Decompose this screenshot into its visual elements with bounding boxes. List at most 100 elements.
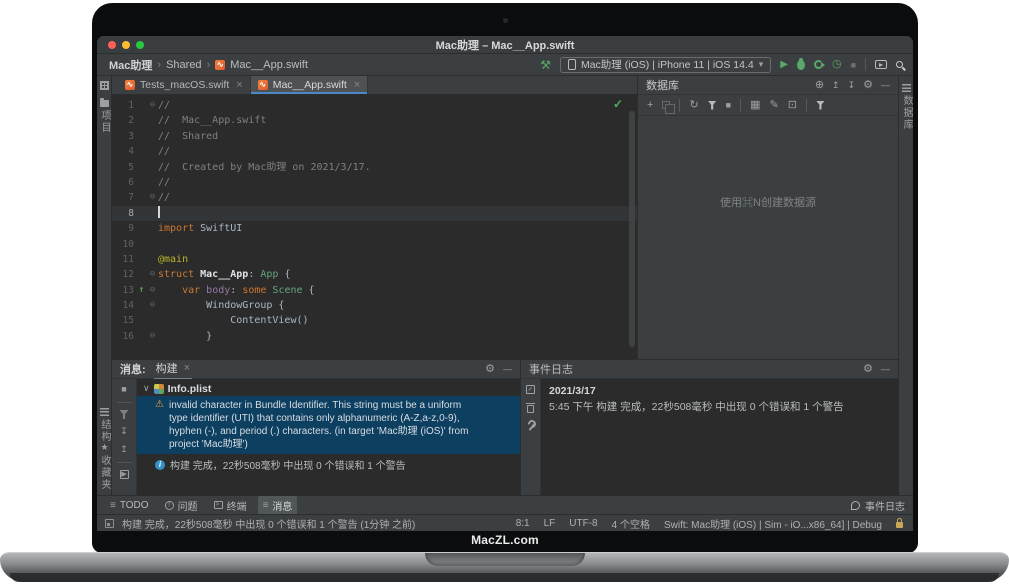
profile-button[interactable]: ◷ [832,59,842,70]
fold-marker-icon[interactable]: ⊖ [147,298,158,313]
run-button[interactable]: ▶ [780,60,788,70]
code-line[interactable]: 2// Mac__App.swift [112,113,637,128]
build-hammer-icon[interactable]: ⚒ [540,59,551,71]
expand-all-icon[interactable]: ↧ [848,80,856,91]
run-configuration-select[interactable]: Mac助理 (iOS) | iPhone 11 | iOS 14.4 ▾ [560,57,771,73]
event-log-content[interactable]: 2021/3/17 5:45 下午 构建 完成，22秒508毫秒 中出现 0 个… [541,379,898,495]
fold-marker-icon[interactable] [147,144,158,159]
refresh-icon[interactable]: ↻ [689,100,698,111]
toolwindow-toggle-icon[interactable] [105,519,114,528]
hide-panel-icon[interactable]: — [503,364,512,375]
close-window-button[interactable] [108,41,116,49]
device-window-icon[interactable] [875,60,887,69]
trash-icon[interactable] [527,405,534,413]
code-line[interactable]: 11@main [112,252,637,267]
wrench-settings-icon[interactable] [526,421,536,432]
code-editor[interactable]: 1⊖//2// Mac__App.swift3// Shared4//5// C… [112,95,637,359]
code-line[interactable]: 15 ContentView() [112,313,637,328]
build-finished-row[interactable]: i 构建 完成，22秒508毫秒 中出现 0 个错误和 1 个警告 [137,454,520,472]
debug-button[interactable] [797,60,805,70]
editor-tabs-grid-icon[interactable] [100,81,109,90]
tree-node-info-plist[interactable]: ∨ Info.plist [137,381,520,396]
fold-marker-icon[interactable] [147,206,158,221]
run-marker-icon[interactable]: ↑ [136,283,147,298]
code-line[interactable]: 10 [112,237,637,252]
stop-button[interactable]: ■ [851,60,856,70]
filter-icon[interactable] [816,101,825,110]
close-icon[interactable]: × [354,79,360,91]
code-line[interactable]: 7⊖// [112,190,637,205]
close-icon[interactable]: × [184,362,190,374]
toolwindow-problems[interactable]: ! 问题 [160,496,203,515]
fold-marker-icon[interactable] [147,160,158,175]
hide-panel-icon[interactable]: — [881,80,890,91]
tab-tests-macos-swift[interactable]: ∿ Tests_macOS.swift × [118,76,251,94]
fold-marker-icon[interactable]: ⊖ [147,190,158,205]
editor-scrollbar[interactable] [629,111,635,347]
fold-marker-icon[interactable] [147,129,158,144]
edit-icon[interactable]: ✎ [770,100,779,111]
fold-marker-icon[interactable] [147,113,158,128]
sidebar-item-project[interactable]: 项目 [97,98,112,134]
breadcrumb-project[interactable]: Mac助理 [109,57,152,73]
gear-icon[interactable]: ⚙ [485,364,495,375]
code-line[interactable]: 8 [112,206,637,221]
fold-marker-icon[interactable] [147,221,158,236]
code-line[interactable]: 12⊖struct Mac__App: App { [112,267,637,282]
close-icon[interactable]: × [236,79,242,91]
inspection-ok-check-icon[interactable]: ✓ [613,97,623,111]
breadcrumb-file[interactable]: Mac__App.swift [230,59,308,71]
toolwindow-todo[interactable]: ≡ TODO [105,498,154,513]
zoom-window-button[interactable] [136,41,144,49]
sync-filter-icon[interactable] [708,101,717,110]
code-line[interactable]: 1⊖// [112,98,637,113]
sidebar-item-structure[interactable]: 结构 [97,408,112,443]
rerun-stop-icon[interactable]: ■ [121,384,126,395]
console-icon[interactable]: ⊡ [788,100,797,111]
toolwindow-messages[interactable]: ≡ 消息 [258,496,298,515]
collapse-all-icon[interactable]: ↥ [832,80,840,91]
toolwindow-event-log[interactable]: 事件日志 [851,498,905,513]
fold-marker-icon[interactable]: ⊖ [147,283,158,298]
filter-warnings-icon[interactable] [120,410,129,419]
tab-mac-app-swift[interactable]: ∿ Mac__App.swift × [251,76,369,94]
fold-marker-icon[interactable]: ⊖ [147,98,158,113]
fold-marker-icon[interactable] [147,252,158,267]
collapse-all-icon[interactable]: ↥ [120,444,128,455]
add-data-source-button[interactable]: + [647,100,653,111]
fold-marker-icon[interactable] [147,175,158,190]
lock-icon[interactable] [896,522,903,528]
fold-marker-icon[interactable] [147,237,158,252]
code-line[interactable]: 9import SwiftUI [112,221,637,236]
sidebar-item-database[interactable]: 数据库 [899,84,913,131]
stop-icon[interactable]: ■ [726,100,731,111]
fold-marker-icon[interactable]: ⊖ [147,329,158,344]
search-icon[interactable] [896,61,903,68]
web-icon[interactable]: ⊕ [815,80,824,91]
toolwindow-terminal[interactable]: > 终端 [209,496,252,515]
caret-position[interactable]: 8:1 [516,518,530,529]
duplicate-icon[interactable] [662,101,670,109]
code-line[interactable]: 5// Created by Mac助理 on 2021/3/17. [112,160,637,175]
table-icon[interactable]: ▦ [750,100,760,111]
export-icon[interactable]: ▶ [120,470,129,479]
hide-panel-icon[interactable]: — [881,364,890,375]
sdk-info[interactable]: Swift: Mac助理 (iOS) | Sim - iO...x86_64] … [664,516,882,531]
fold-marker-icon[interactable]: ⊖ [147,267,158,282]
code-line[interactable]: 6// [112,175,637,190]
minimize-window-button[interactable] [122,41,130,49]
indent-setting[interactable]: 4 个空格 [612,516,650,531]
build-tab[interactable]: 构建 × [154,359,192,380]
gear-icon[interactable]: ⚙ [863,80,873,91]
code-line[interactable]: 14⊖ WindowGroup { [112,298,637,313]
sidebar-item-favorites[interactable]: ★ 收藏夹 [97,443,112,491]
code-line[interactable]: 13↑⊖ var body: some Scene { [112,283,637,298]
line-separator[interactable]: LF [544,518,556,529]
warning-row-selected[interactable]: ⚠ invalid character in Bundle Identifier… [137,396,520,454]
code-line[interactable]: 3// Shared [112,129,637,144]
code-line[interactable]: 4// [112,144,637,159]
expand-all-icon[interactable]: ↧ [120,426,128,437]
breadcrumb-group[interactable]: Shared [166,59,201,71]
fold-marker-icon[interactable] [147,313,158,328]
status-message[interactable]: 构建 完成，22秒508毫秒 中出现 0 个错误和 1 个警告 (1分钟 之前) [122,516,415,531]
